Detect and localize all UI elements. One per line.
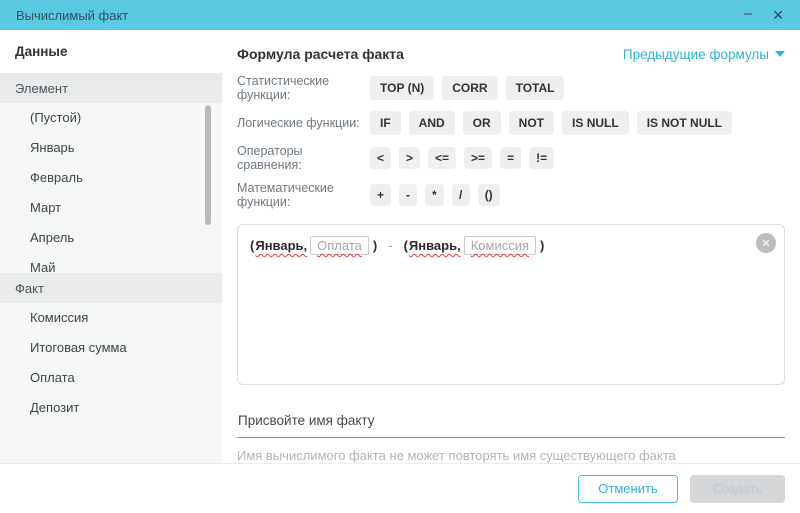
chevron-down-icon <box>775 51 785 57</box>
formula-token: - <box>388 238 392 253</box>
create-button[interactable]: Создать <box>690 475 785 503</box>
fact-list-item[interactable]: Итоговая сумма <box>0 333 222 363</box>
section-header-element[interactable]: Элемент <box>0 73 222 103</box>
cancel-button[interactable]: Отменить <box>578 475 678 503</box>
panel-title: Формула расчета факта <box>237 46 404 62</box>
dialog-body: Данные Элемент (Пустой)ЯнварьФевральМарт… <box>0 30 800 463</box>
function-button[interactable]: OR <box>463 111 501 135</box>
function-button[interactable]: <= <box>428 147 456 169</box>
data-sidebar: Данные Элемент (Пустой)ЯнварьФевральМарт… <box>0 30 222 463</box>
element-list-item[interactable]: Январь <box>0 133 222 163</box>
formula-token: ( <box>404 238 408 253</box>
function-button[interactable]: TOP (N) <box>370 76 434 100</box>
function-button[interactable]: NOT <box>509 111 554 135</box>
clear-formula-icon[interactable]: ✕ <box>756 233 776 253</box>
close-icon[interactable]: ✕ <box>772 8 784 22</box>
function-row-label: Логические функции: <box>237 116 370 130</box>
section-header-fact[interactable]: Факт <box>0 273 222 303</box>
function-button[interactable]: IS NULL <box>562 111 629 135</box>
formula-token: ) <box>540 238 544 253</box>
title-bar: Вычислимый факт – ✕ <box>0 0 800 30</box>
function-button[interactable]: != <box>529 147 554 169</box>
function-row: Математические функции:+-* / () <box>237 181 785 209</box>
formula-token: Январь, <box>255 238 307 253</box>
function-button[interactable]: * <box>425 184 444 206</box>
function-button[interactable]: < <box>370 147 391 169</box>
formula-panel: Формула расчета факта Предыдущие формулы… <box>222 30 800 463</box>
element-list-item[interactable]: (Пустой) <box>0 103 222 133</box>
element-list-item[interactable]: Февраль <box>0 163 222 193</box>
minimize-icon[interactable]: – <box>744 6 752 21</box>
function-button[interactable]: IS NOT NULL <box>637 111 732 135</box>
formula-content: (Январь,Оплата)-(Январь,Комиссия) <box>249 236 750 255</box>
dialog-window: Вычислимый факт – ✕ Данные Элемент (Пуст… <box>0 0 800 513</box>
formula-token: Январь, <box>409 238 461 253</box>
previous-formulas-label: Предыдущие формулы <box>623 47 769 62</box>
element-list: (Пустой)ЯнварьФевральМартАпрельМай <box>0 103 222 273</box>
function-button[interactable]: > <box>399 147 420 169</box>
element-list-item[interactable]: Март <box>0 193 222 223</box>
function-button[interactable]: () <box>478 184 500 206</box>
function-button[interactable]: / <box>452 184 470 206</box>
previous-formulas-link[interactable]: Предыдущие формулы <box>623 47 785 62</box>
function-button[interactable]: >= <box>464 147 492 169</box>
function-row-label: Операторы сравнения: <box>237 144 370 172</box>
function-button[interactable]: = <box>500 147 521 169</box>
fact-list-item[interactable]: Оплата <box>0 363 222 393</box>
scrollbar-thumb[interactable] <box>205 105 211 225</box>
function-row: Логические функции:IF AND OR NOT IS NULL IS N… <box>237 111 785 135</box>
formula-field-chip[interactable]: Оплата <box>310 236 369 255</box>
fact-list: КомиссияИтоговая суммаОплатаДепозит <box>0 303 222 463</box>
window-title: Вычислимый факт <box>16 8 744 23</box>
formula-token: ) <box>373 238 377 253</box>
function-button[interactable]: - <box>399 184 417 206</box>
function-button[interactable]: AND <box>409 111 455 135</box>
function-button[interactable]: + <box>370 184 391 206</box>
function-row-label: Статистические функции: <box>237 74 370 102</box>
formula-field-chip[interactable]: Комиссия <box>464 236 536 255</box>
formula-editor[interactable]: (Январь,Оплата)-(Январь,Комиссия) ✕ <box>237 224 785 385</box>
formula-token: ( <box>250 238 254 253</box>
function-row: Операторы сравнения:< > <= >= = != <box>237 144 785 172</box>
function-row-label: Математические функции: <box>237 181 370 209</box>
fact-list-item[interactable]: Комиссия <box>0 303 222 333</box>
element-list-item[interactable]: Май <box>0 253 222 273</box>
function-button[interactable]: TOTAL <box>506 76 565 100</box>
function-button[interactable]: CORR <box>442 76 497 100</box>
function-rows: Статистические функции:TOP (N) CORR TOTAL Л… <box>237 74 785 218</box>
function-row: Статистические функции:TOP (N) CORR TOTAL <box>237 74 785 102</box>
fact-name-input[interactable] <box>237 407 785 438</box>
element-list-item[interactable]: Апрель <box>0 223 222 253</box>
fact-name-hint: Имя вычислимого факта не может повторять… <box>237 448 785 463</box>
sidebar-title: Данные <box>0 30 222 73</box>
dialog-footer: Отменить Создать <box>0 463 800 513</box>
function-button[interactable]: IF <box>370 111 401 135</box>
fact-list-item[interactable]: Депозит <box>0 393 222 423</box>
